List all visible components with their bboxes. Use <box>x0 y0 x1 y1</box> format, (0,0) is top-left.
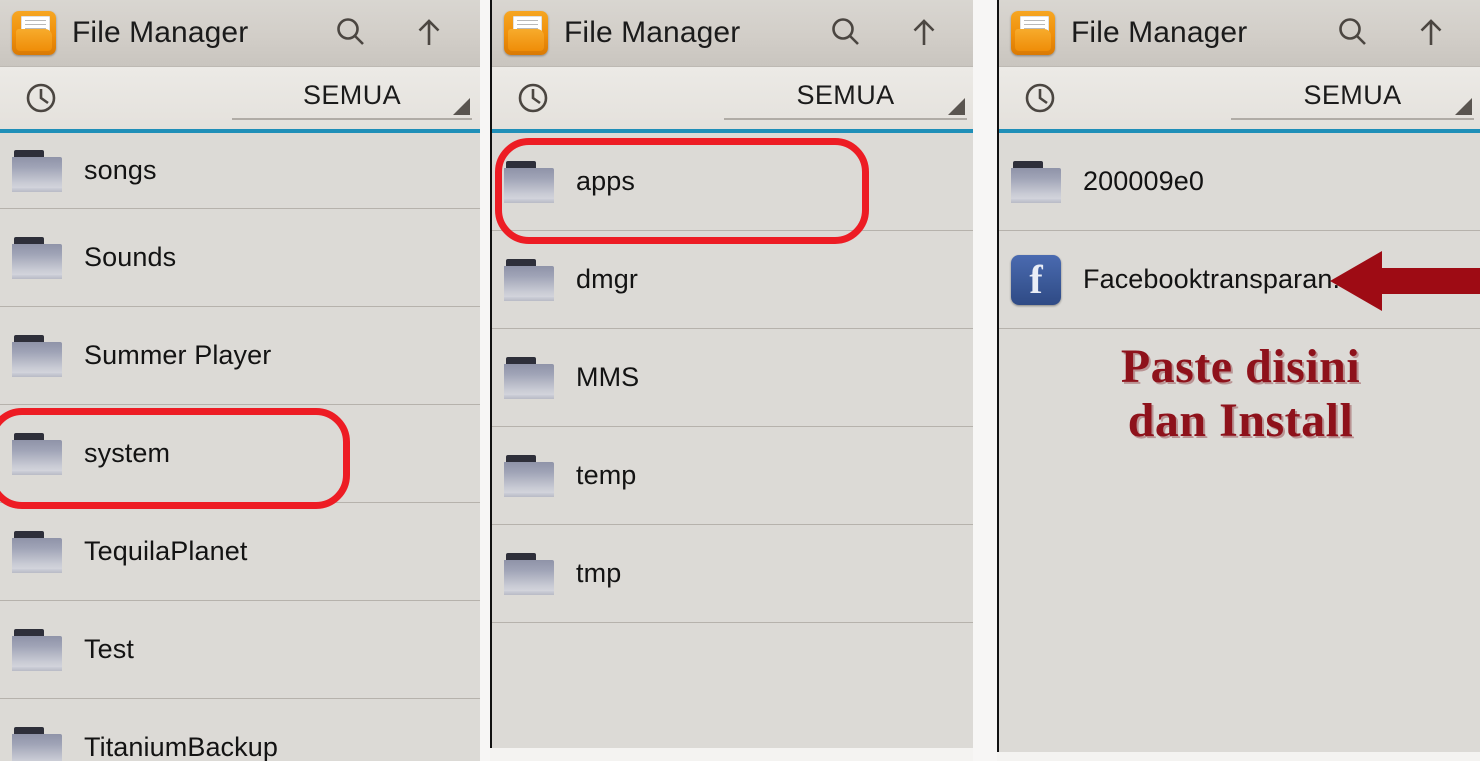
table-row[interactable]: Test <box>0 601 480 699</box>
file-name: Test <box>84 634 134 664</box>
dropdown-caret-icon <box>948 98 965 115</box>
page-title: File Manager <box>72 16 249 49</box>
panel-3-titlebar-actions <box>1334 14 1480 52</box>
filter-spinner[interactable]: SEMUA <box>1231 72 1474 120</box>
table-row[interactable]: tmp <box>492 525 975 623</box>
folder-icon <box>1011 160 1061 203</box>
caption-line-2: dan Install <box>1127 393 1354 447</box>
table-row[interactable]: MMS <box>492 329 975 427</box>
table-row[interactable]: TitaniumBackup <box>0 699 480 761</box>
table-row[interactable]: system <box>0 405 480 503</box>
table-row[interactable]: 200009e0 <box>999 133 1480 231</box>
panel-3: File Manager SEMUA 200009e0 f Facebooktr… <box>997 0 1480 752</box>
folder-icon <box>504 258 554 301</box>
up-arrow-icon[interactable] <box>410 14 448 52</box>
table-row[interactable]: f Facebooktransparan.apk <box>999 231 1480 329</box>
up-arrow-icon[interactable] <box>1412 14 1450 52</box>
folder-icon <box>12 334 62 377</box>
file-name: Summer Player <box>84 340 272 370</box>
folder-icon <box>12 530 62 573</box>
file-name: apps <box>576 166 635 196</box>
file-name: tmp <box>576 558 622 588</box>
panel-1-titlebar: File Manager <box>0 0 480 67</box>
folder-document-icon <box>1011 11 1055 55</box>
panel-gap-2 <box>973 0 997 761</box>
folder-icon <box>504 454 554 497</box>
filter-spinner[interactable]: SEMUA <box>232 72 472 120</box>
table-row[interactable]: TequilaPlanet <box>0 503 480 601</box>
file-name: Sounds <box>84 242 177 272</box>
clock-icon[interactable] <box>514 79 552 117</box>
caption-line-1: Paste disini <box>1120 340 1361 393</box>
table-row[interactable]: apps <box>492 133 975 231</box>
folder-icon <box>504 160 554 203</box>
file-name: Facebooktransparan.apk <box>1083 264 1384 294</box>
file-name: temp <box>576 460 637 490</box>
panel-3-tabbar: SEMUA <box>999 67 1480 129</box>
search-icon[interactable] <box>332 14 370 52</box>
folder-document-icon <box>12 11 56 55</box>
file-name: songs <box>84 155 157 185</box>
file-name: MMS <box>576 362 640 392</box>
file-name: 200009e0 <box>1083 166 1204 196</box>
clock-icon[interactable] <box>1021 79 1059 117</box>
folder-icon <box>12 149 62 192</box>
folder-icon <box>12 236 62 279</box>
folder-icon <box>504 356 554 399</box>
folder-icon <box>12 628 62 671</box>
up-arrow-icon[interactable] <box>905 14 943 52</box>
panel-1-tabbar: SEMUA <box>0 67 480 129</box>
facebook-icon: f <box>1011 254 1061 305</box>
annotation-caption: Paste disini dan Install <box>999 340 1480 448</box>
page-title: File Manager <box>1071 16 1248 49</box>
empty-list-area <box>492 623 975 720</box>
screenshot-root: File Manager SEMUA songs Sounds Summer P… <box>0 0 1480 761</box>
filter-spinner-value: SEMUA <box>302 79 402 110</box>
table-row[interactable]: Summer Player <box>0 307 480 405</box>
table-row[interactable]: dmgr <box>492 231 975 329</box>
panel-3-titlebar: File Manager <box>999 0 1480 67</box>
panel-1-titlebar-actions <box>332 14 480 52</box>
filter-spinner-value: SEMUA <box>796 79 895 110</box>
table-row[interactable]: temp <box>492 427 975 525</box>
folder-icon <box>12 432 62 475</box>
file-name: TequilaPlanet <box>84 536 248 566</box>
panel-1-file-list: songs Sounds Summer Player system Tequil… <box>0 133 480 761</box>
panel-2-titlebar-actions <box>827 14 975 52</box>
folder-document-icon <box>504 11 548 55</box>
file-name: TitaniumBackup <box>84 732 278 761</box>
folder-icon <box>504 552 554 595</box>
panel-gap-1 <box>480 0 490 761</box>
panel-2-titlebar: File Manager <box>492 0 975 67</box>
folder-icon <box>12 726 62 761</box>
dropdown-caret-icon <box>453 98 470 115</box>
clock-icon[interactable] <box>22 79 60 117</box>
dropdown-caret-icon <box>1455 98 1472 115</box>
file-name: dmgr <box>576 264 638 294</box>
panel-2-tabbar: SEMUA <box>492 67 975 129</box>
panel-2-file-list: apps dmgr MMS temp tmp <box>492 133 975 720</box>
file-name: system <box>84 438 171 468</box>
search-icon[interactable] <box>827 14 865 52</box>
filter-spinner[interactable]: SEMUA <box>724 72 967 120</box>
panel-1: File Manager SEMUA songs Sounds Summer P… <box>0 0 480 761</box>
search-icon[interactable] <box>1334 14 1372 52</box>
table-row[interactable]: Sounds <box>0 209 480 307</box>
page-title: File Manager <box>564 16 741 49</box>
panel-2: File Manager SEMUA apps dmgr MMS temp tm… <box>490 0 975 748</box>
filter-spinner-value: SEMUA <box>1303 79 1402 110</box>
table-row[interactable]: songs <box>0 133 480 209</box>
